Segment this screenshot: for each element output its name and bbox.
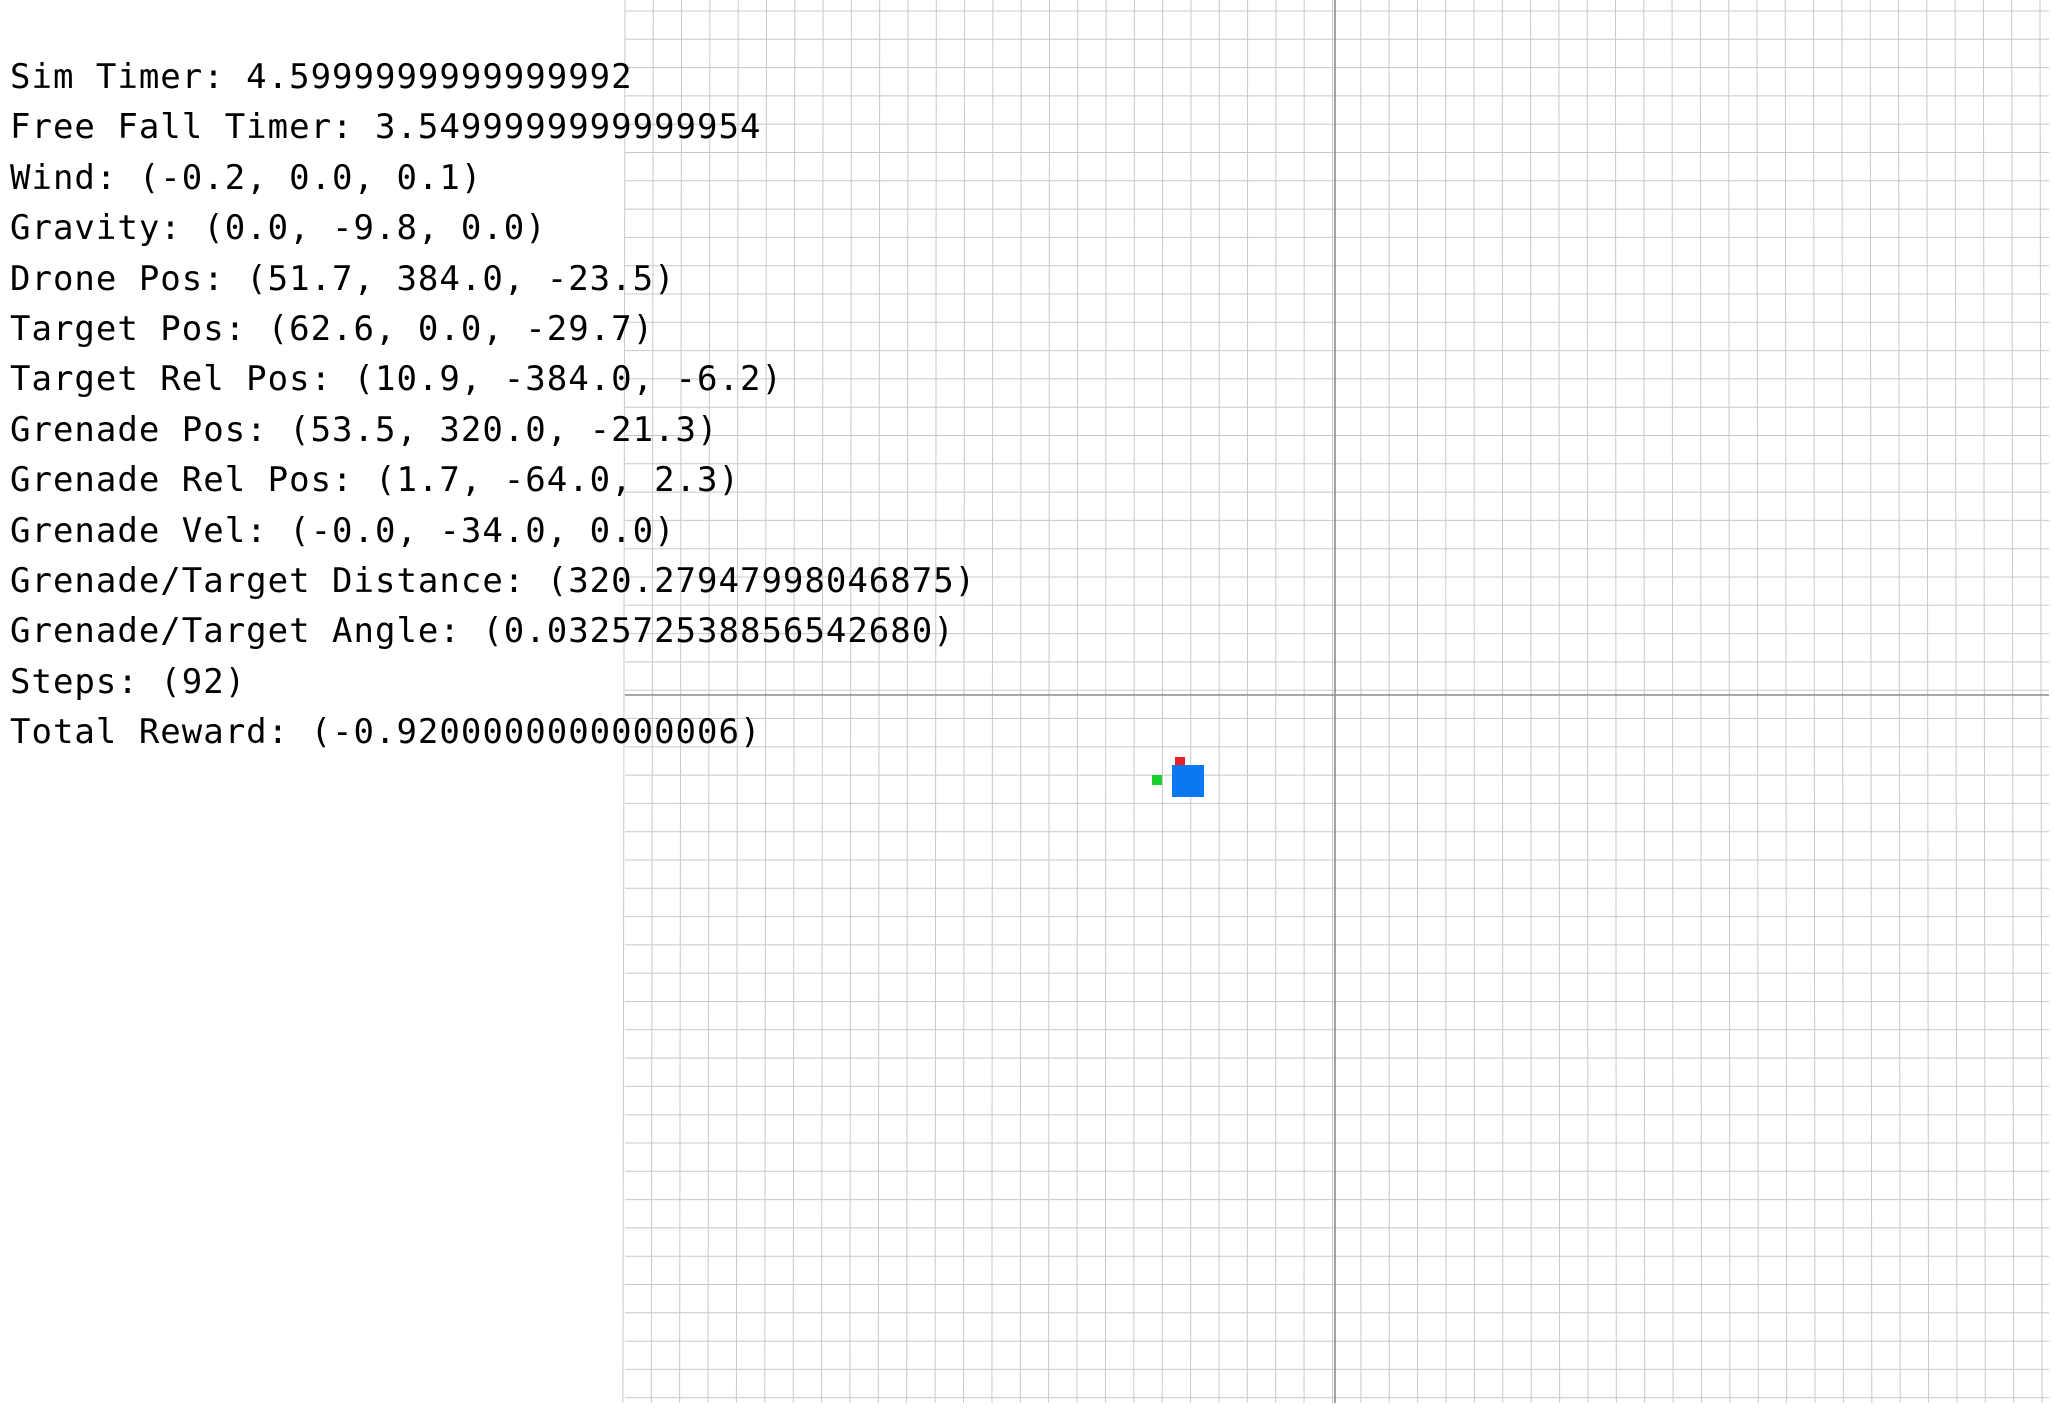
drone-marker [1172,765,1204,797]
grid-line-vertical [1161,0,1164,1404]
target-pos-text: Target Pos: (62.6, 0.0, -29.7) [10,308,655,349]
grid-line-vertical [1728,0,1731,1404]
grid-line-vertical [1048,0,1050,1404]
grid-line-vertical [1501,0,1504,1404]
grid-line-vertical [1982,0,1986,1404]
grid-line-vertical [1869,0,1873,1404]
grid-line-vertical [2039,0,2043,1404]
grenade-target-angle-text: Grenade/Target Angle: (0.032572538856542… [10,611,955,652]
wind-text: Wind: (-0.2, 0.0, 0.1) [10,157,483,198]
target-rel-pos-text: Target Rel Pos: (10.9, -384.0, -6.2) [10,359,783,400]
free-fall-timer-text: Free Fall Timer: 3.5499999999999954 [10,107,762,148]
grid-line-vertical [1615,0,1617,1404]
grid-line-vertical [1643,0,1646,1404]
grid-line-vertical [991,0,994,1404]
grenade-pos-text: Grenade Pos: (53.5, 320.0, -21.3) [10,409,719,450]
grid-line-vertical [1699,0,1702,1404]
grid-line-vertical [1133,0,1135,1404]
game-viewport: Sim Timer: 4.5999999999999992 Free Fall … [0,0,2054,1410]
grid-line-vertical [1530,0,1532,1404]
grid-line-vertical [1019,0,1022,1404]
grenade-target-distance-text: Grenade/Target Distance: (320.2794799804… [10,560,977,601]
total-reward-text: Total Reward: (-0.9200000000000006) [10,712,762,753]
grenade-marker [1175,757,1185,766]
grenade-rel-pos-text: Grenade Rel Pos: (1.7, -64.0, 2.3) [10,460,740,501]
grid-line-vertical [1104,0,1107,1404]
grenade-vel-text: Grenade Vel: (-0.0, -34.0, 0.0) [10,510,676,551]
grid-line-vertical [1898,0,1901,1404]
grid-line-vertical [1076,0,1079,1404]
sim-timer-text: Sim Timer: 4.5999999999999992 [10,57,633,97]
grid-line-vertical [1926,0,1930,1404]
grid-line-vertical [1671,0,1674,1404]
steps-text: Steps: (92) [10,661,247,702]
grid-line-vertical [2011,0,2015,1404]
grid-line-vertical [1586,0,1589,1404]
drone-pos-text: Drone Pos: (51.7, 384.0, -23.5) [10,258,676,299]
grid-line-vertical [1756,0,1759,1404]
grid-line-vertical [1841,0,1844,1404]
grid-line-vertical [1954,0,1958,1404]
gravity-text: Gravity: (0.0, -9.8, 0.0) [10,208,547,249]
grid-line-vertical [1813,0,1816,1404]
telemetry-overlay: Sim Timer: 4.5999999999999992 Free Fall … [10,52,976,757]
grid-line-vertical [1784,0,1788,1404]
target-marker [1152,775,1162,785]
grid-line-vertical [1558,0,1561,1404]
